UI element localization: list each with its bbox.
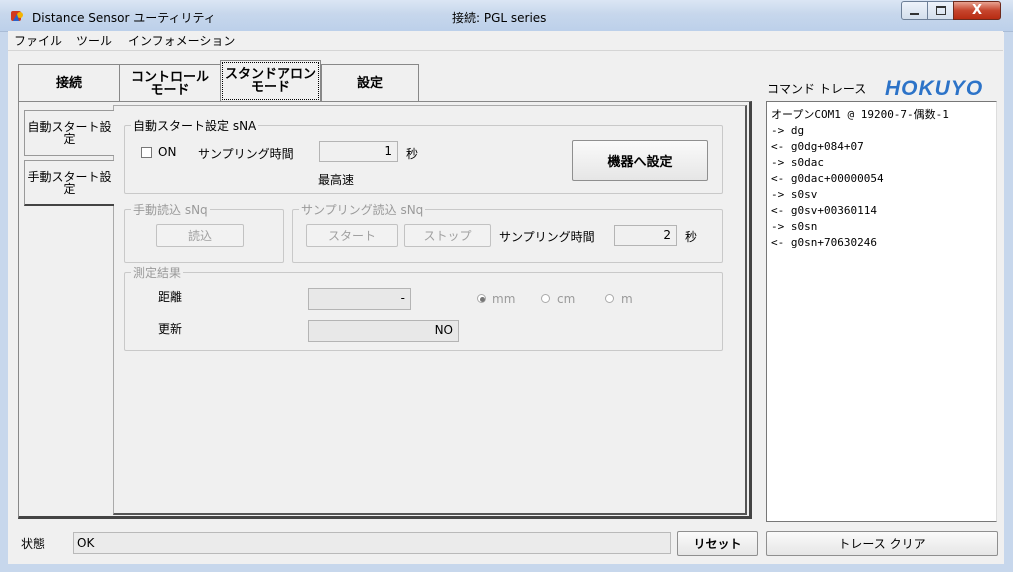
hokuyo-logo: HOKUYO: [885, 77, 984, 100]
tab-settings-label: 設定: [356, 76, 383, 91]
trace-line: <- g0dg+084+07: [771, 140, 864, 153]
minimize-button[interactable]: [901, 1, 928, 20]
start-button-label: スタート: [327, 229, 376, 243]
trace-line: -> dg: [771, 124, 805, 137]
unit-m-label: m: [621, 292, 633, 306]
distance-value: -: [308, 288, 411, 310]
update-label: 更新: [158, 322, 183, 336]
maximize-button[interactable]: [927, 1, 954, 20]
update-value: NO: [308, 320, 459, 342]
tab-settings[interactable]: 設定: [321, 64, 419, 102]
close-button[interactable]: X: [953, 1, 1001, 20]
read-button-label: 読込: [187, 229, 212, 243]
stop-button-label: ストップ: [423, 229, 472, 243]
window-frame-left: [0, 32, 8, 572]
fastest-label: 最高速: [318, 173, 355, 187]
reset-button[interactable]: リセット: [677, 531, 758, 556]
tab-auto-start-label: 自動スタート設 定: [27, 120, 112, 146]
auto-start-legend: 自動スタート設定 sNA: [133, 119, 257, 133]
auto-sampling-unit: 秒: [406, 147, 419, 161]
result-legend: 測定結果: [133, 266, 182, 280]
trace-line: <- g0sv+00360114: [771, 204, 877, 217]
manual-read-legend: 手動読込 sNq: [133, 203, 208, 217]
maximize-icon: [935, 6, 946, 15]
menu-information[interactable]: インフォメーション: [128, 32, 235, 49]
sampling-read-legend: サンプリング読込 sNq: [301, 203, 424, 217]
unit-m-radio[interactable]: [605, 294, 614, 303]
unit-cm-label: cm: [557, 292, 576, 306]
tab-standalone-mode[interactable]: スタンドアロン モード: [220, 60, 321, 102]
status-field: OK: [73, 532, 671, 554]
sampling-read-unit: 秒: [685, 230, 698, 244]
sampling-read-input[interactable]: 2: [614, 225, 677, 246]
unit-mm-radio[interactable]: [477, 294, 486, 303]
tab-manual-start[interactable]: 手動スタート設 定: [24, 160, 114, 206]
tab-auto-start[interactable]: 自動スタート設 定: [24, 110, 114, 156]
minimize-icon: [910, 12, 919, 15]
reset-button-label: リセット: [693, 537, 742, 551]
apply-to-device-label: 機器へ設定: [607, 155, 673, 170]
status-label: 状態: [21, 537, 46, 551]
stop-button[interactable]: ストップ: [404, 224, 491, 247]
auto-sampling-label: サンプリング時間: [198, 147, 294, 161]
tab-control-mode[interactable]: コントロール モード: [119, 64, 221, 102]
menu-tools[interactable]: ツール: [76, 32, 112, 49]
on-label: ON: [158, 145, 177, 159]
unit-cm-radio[interactable]: [541, 294, 550, 303]
window-title: Distance Sensor ユーティリティ: [32, 11, 216, 25]
trace-clear-label: トレース クリア: [838, 537, 926, 551]
menu-file[interactable]: ファイル: [14, 32, 62, 49]
apply-to-device-button[interactable]: 機器へ設定: [572, 140, 708, 181]
sampling-read-label: サンプリング時間: [499, 230, 595, 244]
on-checkbox[interactable]: [141, 147, 152, 158]
trace-line: <- g0dac+00000054: [771, 172, 884, 185]
start-button[interactable]: スタート: [306, 224, 398, 247]
unit-mm-label: mm: [492, 292, 516, 306]
tab-connection[interactable]: 接続: [18, 64, 120, 102]
connection-status: 接続: PGL series: [452, 11, 547, 25]
app-icon[interactable]: [10, 9, 24, 23]
trace-clear-button[interactable]: トレース クリア: [766, 531, 998, 556]
window-frame-bottom: [0, 564, 1013, 572]
trace-line: オープンCOM1 @ 19200-7-偶数-1: [771, 108, 949, 121]
trace-line: -> s0dac: [771, 156, 824, 169]
auto-sampling-input[interactable]: 1: [319, 141, 398, 162]
window-frame-right: [1004, 32, 1013, 572]
trace-line: <- g0sn+70630246: [771, 236, 877, 249]
trace-line: -> s0sv: [771, 188, 818, 201]
read-button[interactable]: 読込: [156, 224, 244, 247]
tab-control-mode-label: コントロール モード: [130, 69, 209, 98]
tab-manual-start-label: 手動スタート設 定: [27, 169, 112, 196]
tab-standalone-mode-label: スタンドアロン モード: [224, 67, 316, 95]
trace-log[interactable]: オープンCOM1 @ 19200-7-偶数-1 -> dg <- g0dg+08…: [766, 101, 997, 522]
close-icon: X: [971, 3, 983, 18]
trace-title: コマンド トレース: [767, 82, 867, 96]
distance-label: 距離: [158, 290, 183, 304]
trace-line: -> s0sn: [771, 220, 818, 233]
tab-connection-label: 接続: [55, 76, 82, 91]
